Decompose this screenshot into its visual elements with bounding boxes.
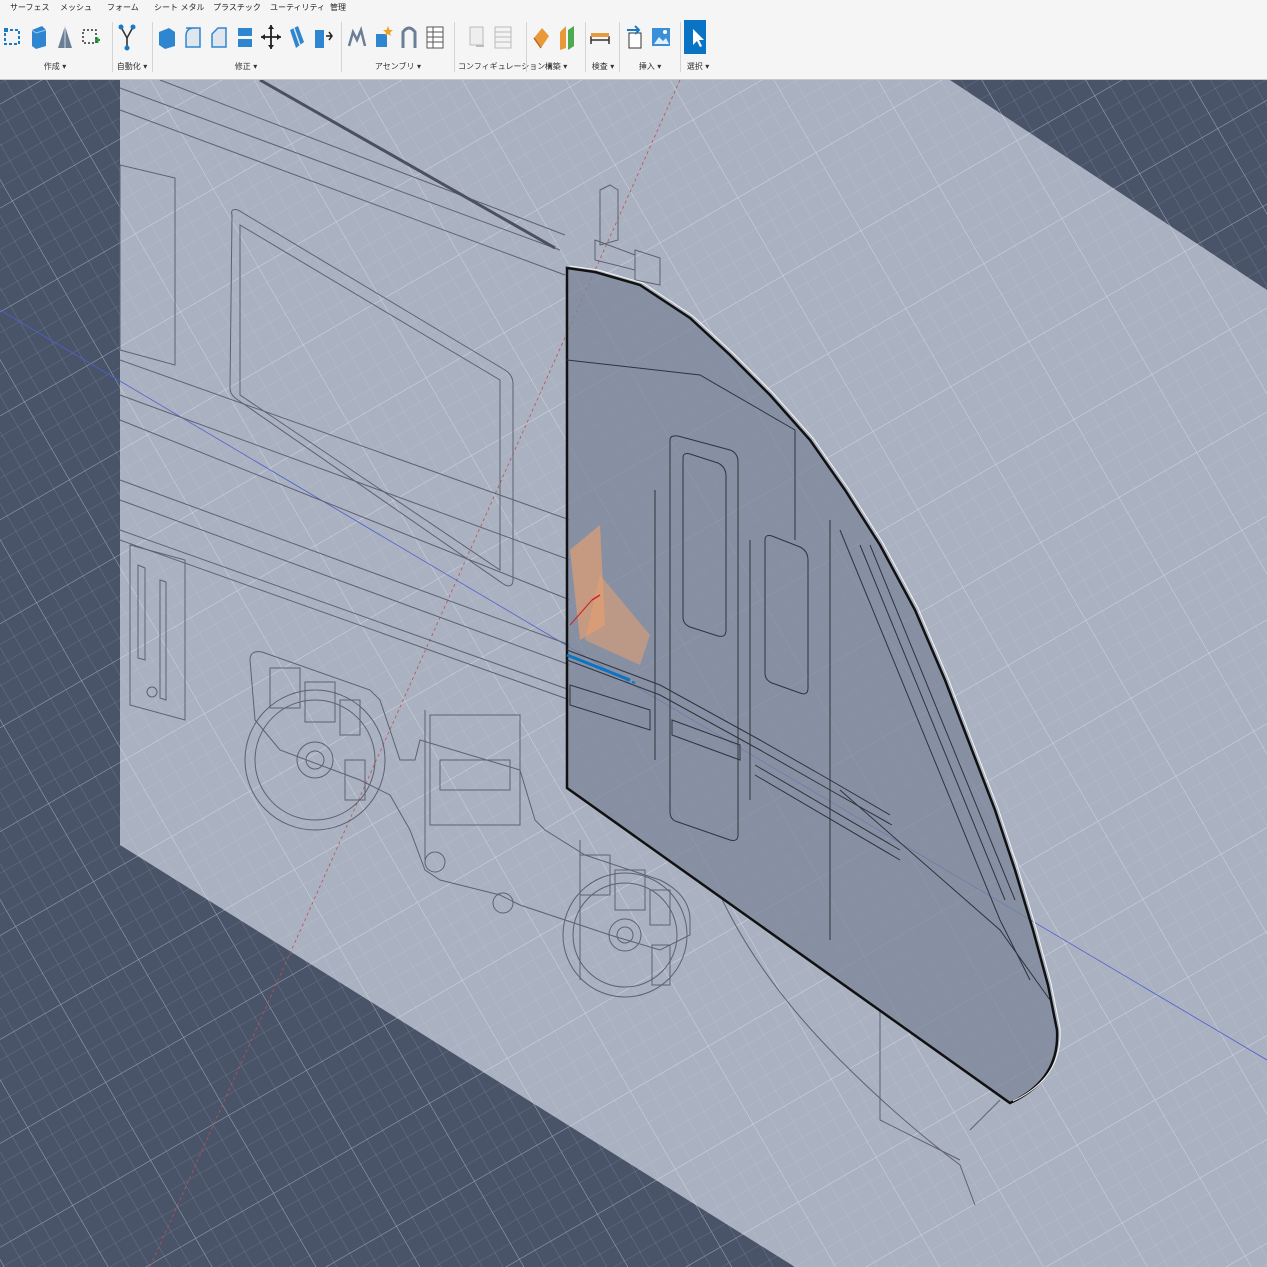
split-face-icon[interactable] [286,20,308,54]
tab-manage[interactable]: 管理 [330,2,346,13]
3d-viewport[interactable] [0,80,1267,1267]
rigid-group-icon[interactable] [398,20,420,54]
sketch-icon[interactable] [2,20,24,54]
bill-of-materials-icon[interactable] [424,20,446,54]
midplane-icon[interactable] [556,20,578,54]
inspect-group: 検査 ▾ [589,18,617,76]
divider [585,22,586,72]
viewport-canvas[interactable] [0,80,1267,1267]
joint-icon[interactable] [346,20,368,54]
tab-mesh[interactable]: メッシュ [60,2,92,13]
insert-canvas-icon[interactable] [650,20,672,54]
tab-plastic[interactable]: プラスチック [213,2,261,13]
press-pull-icon[interactable] [156,20,178,54]
chamfer-icon[interactable] [208,20,230,54]
divider [152,22,153,72]
automate-icon[interactable] [116,20,138,54]
divider [454,22,455,72]
move-icon[interactable] [260,20,282,54]
new-component-icon[interactable] [80,20,102,54]
configuration-icon[interactable] [466,20,488,54]
offset-plane-icon[interactable] [530,20,552,54]
tab-sheet-metal[interactable]: シート メタル [154,2,205,13]
divider [341,22,342,72]
modify-menu[interactable]: 修正 ▾ [156,61,336,72]
assemble-menu[interactable]: アセンブリ ▾ [346,61,450,72]
ribbon-tabs: サーフェス メッシュ フォーム シート メタル プラスチック ユーティリティ 管… [0,0,1267,16]
ribbon-toolbar: サーフェス メッシュ フォーム シート メタル プラスチック ユーティリティ 管… [0,0,1267,80]
assemble-group: アセンブリ ▾ [346,18,450,76]
automate-group: 自動化 ▾ [116,18,148,76]
construct-group: 構築 ▾ [530,18,582,76]
tab-surface[interactable]: サーフェス [10,2,50,13]
divider [526,22,527,72]
revolve-icon[interactable] [54,20,76,54]
measure-icon[interactable] [589,20,611,54]
configure-menu[interactable]: コンフィギュレーション ▾ [458,61,552,72]
select-menu[interactable]: 選択 ▾ [684,61,712,72]
create-group: 作成 ▾ [2,18,108,76]
select-icon[interactable] [684,20,706,54]
select-group: 選択 ▾ [684,18,712,76]
divider [680,22,681,72]
align-icon[interactable] [312,20,334,54]
insert-derive-icon[interactable] [624,20,646,54]
divider [112,22,113,72]
configuration-table-icon[interactable] [492,20,514,54]
configure-group: コンフィギュレーション ▾ [458,18,552,76]
insert-menu[interactable]: 挿入 ▾ [624,61,676,72]
insert-group: 挿入 ▾ [624,18,676,76]
automate-menu[interactable]: 自動化 ▾ [116,61,148,72]
fillet-icon[interactable] [182,20,204,54]
divider [619,22,620,72]
extrude-icon[interactable] [28,20,50,54]
shell-icon[interactable] [234,20,256,54]
inspect-menu[interactable]: 検査 ▾ [589,61,617,72]
tab-utility[interactable]: ユーティリティ [270,2,325,13]
create-menu[interactable]: 作成 ▾ [2,61,108,72]
tab-form[interactable]: フォーム [107,2,139,13]
modify-group: 修正 ▾ [156,18,336,76]
construct-menu[interactable]: 構築 ▾ [530,61,582,72]
as-built-joint-icon[interactable] [372,20,394,54]
